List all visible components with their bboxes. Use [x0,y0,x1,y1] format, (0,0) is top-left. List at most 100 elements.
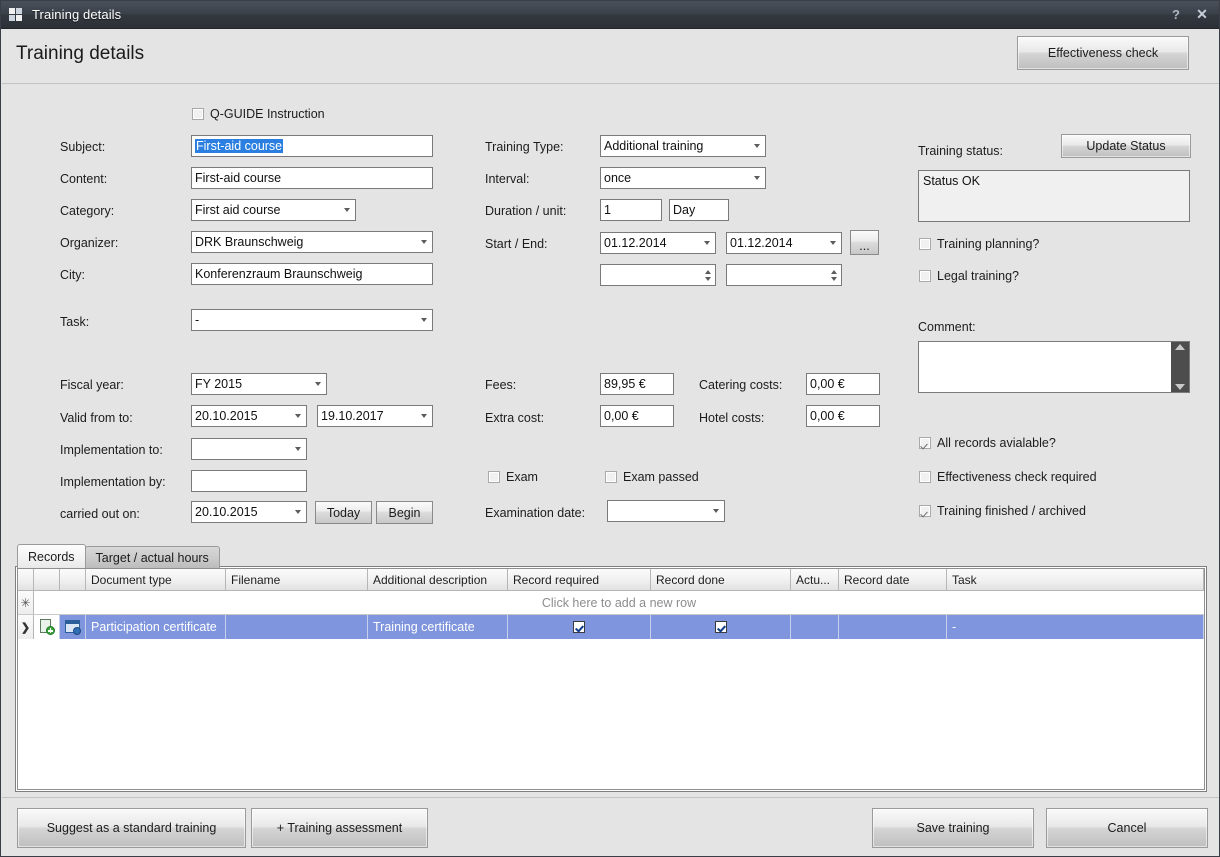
browse-dates-button[interactable]: ... [850,230,879,255]
training-details-window: Training details ? ✕ Training details Ef… [0,0,1220,857]
duration-input[interactable]: 1 [600,199,662,221]
implementation-to-date[interactable] [191,438,307,460]
cell-document-type[interactable]: Participation certificate [86,615,226,639]
update-status-button[interactable]: Update Status [1061,134,1191,158]
extra-cost-input[interactable]: 0,00 € [600,405,674,427]
chevron-down-icon [339,200,355,220]
record-done-checkbox[interactable] [715,621,727,633]
spinner-arrows-icon[interactable] [826,265,841,285]
start-time-spinner[interactable] [600,264,716,286]
open-document-window-icon[interactable] [60,615,86,639]
chevron-down-icon [699,233,715,253]
end-date[interactable]: 01.12.2014 [726,232,842,254]
document-add-icon[interactable] [34,615,60,639]
grid-col-additional-description[interactable]: Additional description [368,569,508,591]
implementation-by-input[interactable] [191,470,307,492]
carried-out-on-date[interactable]: 20.10.2015 [191,501,307,523]
interval-select[interactable]: once [600,167,766,189]
comment-textarea[interactable] [918,341,1190,393]
footer-bar: Suggest as a standard training + Trainin… [2,797,1220,857]
task-select[interactable]: - [191,309,433,331]
all-records-available-checkbox[interactable]: All records avialable? [919,436,1056,450]
hotel-costs-input[interactable]: 0,00 € [806,405,880,427]
exam-passed-label: Exam passed [623,470,699,484]
today-button[interactable]: Today [315,501,372,524]
organizer-select[interactable]: DRK Braunschweig [191,231,433,253]
grid-col-task[interactable]: Task [947,569,1204,591]
qguide-instruction-checkbox[interactable]: Q-GUIDE Instruction [192,107,325,121]
fiscal-year-value: FY 2015 [195,377,310,391]
record-required-checkbox[interactable] [573,621,585,633]
save-training-button[interactable]: Save training [872,808,1034,848]
cell-record-required[interactable] [508,615,651,639]
grid-col-icon-add[interactable] [34,569,60,591]
content-input[interactable]: First-aid course [191,167,433,189]
grid-new-row[interactable]: ✳ Click here to add a new row [18,591,1204,615]
cell-additional-description[interactable]: Training certificate [368,615,508,639]
valid-from-to-label: Valid from to: [60,411,133,425]
legal-training-checkbox[interactable]: Legal training? [919,269,1019,283]
end-time-spinner[interactable] [726,264,842,286]
interval-label: Interval: [485,172,529,186]
grid-col-icon-open[interactable] [60,569,86,591]
comment-scrollbar[interactable] [1171,342,1189,392]
scroll-up-icon[interactable] [1175,344,1185,350]
exam-checkbox[interactable]: Exam [488,470,538,484]
cell-task[interactable]: - [947,615,1204,639]
training-type-label: Training Type: [485,140,564,154]
examination-date-select[interactable] [607,500,725,522]
organizer-label: Organizer: [60,236,118,250]
start-end-label: Start / End: [485,237,548,251]
effectiveness-check-required-label: Effectiveness check required [937,470,1097,484]
close-icon[interactable]: ✕ [1189,2,1215,28]
valid-from-date[interactable]: 20.10.2015 [191,405,307,427]
training-status-textarea[interactable]: Status OK [918,170,1190,222]
cell-actual[interactable] [791,615,839,639]
fees-input[interactable]: 89,95 € [600,373,674,395]
grid-col-actual[interactable]: Actu... [791,569,839,591]
start-date[interactable]: 01.12.2014 [600,232,716,254]
tab-target-actual-hours[interactable]: Target / actual hours [85,546,220,568]
subject-label: Subject: [60,140,105,154]
training-planning-checkbox[interactable]: Training planning? [919,237,1039,251]
effectiveness-check-required-checkbox[interactable]: Effectiveness check required [919,470,1097,484]
effectiveness-check-button[interactable]: Effectiveness check [1017,36,1189,70]
catering-costs-input[interactable]: 0,00 € [806,373,880,395]
cell-record-done[interactable] [651,615,791,639]
grid-col-document-type[interactable]: Document type [86,569,226,591]
table-row[interactable]: ❯ Participation certificate Training cer… [18,615,1204,639]
scroll-down-icon[interactable] [1175,384,1185,390]
grid-col-record-done[interactable]: Record done [651,569,791,591]
cancel-button[interactable]: Cancel [1046,808,1208,848]
subject-input[interactable]: First-aid course [191,135,433,157]
suggest-standard-training-button[interactable]: Suggest as a standard training [17,808,246,848]
catering-costs-label: Catering costs: [699,378,782,392]
help-icon[interactable]: ? [1163,2,1189,28]
training-type-select[interactable]: Additional training [600,135,766,157]
hotel-costs-label: Hotel costs: [699,411,764,425]
spinner-arrows-icon[interactable] [700,265,715,285]
fiscal-year-select[interactable]: FY 2015 [191,373,327,395]
cell-record-date[interactable] [839,615,947,639]
grid-col-record-required[interactable]: Record required [508,569,651,591]
extra-cost-label: Extra cost: [485,411,544,425]
chevron-down-icon [749,168,765,188]
city-input[interactable]: Konferenzraum Braunschweig [191,263,433,285]
duration-unit-input[interactable]: Day [669,199,729,221]
cell-filename[interactable] [226,615,368,639]
training-assessment-button[interactable]: + Training assessment [251,808,428,848]
grid-col-filename[interactable]: Filename [226,569,368,591]
carried-out-on-value: 20.10.2015 [195,505,290,519]
tab-records[interactable]: Records [17,544,86,568]
begin-button[interactable]: Begin [376,501,433,524]
grid-header-row: Document type Filename Additional descri… [18,569,1204,591]
exam-passed-checkbox[interactable]: Exam passed [605,470,699,484]
qguide-instruction-label: Q-GUIDE Instruction [210,107,325,121]
grid-col-record-date[interactable]: Record date [839,569,947,591]
training-status-label: Training status: [918,144,1003,158]
training-finished-checkbox[interactable]: Training finished / archived [919,504,1086,518]
checkbox-box [919,437,931,449]
valid-to-date[interactable]: 19.10.2017 [317,405,433,427]
grid-col-rowmarker[interactable] [18,569,34,591]
category-select[interactable]: First aid course [191,199,356,221]
